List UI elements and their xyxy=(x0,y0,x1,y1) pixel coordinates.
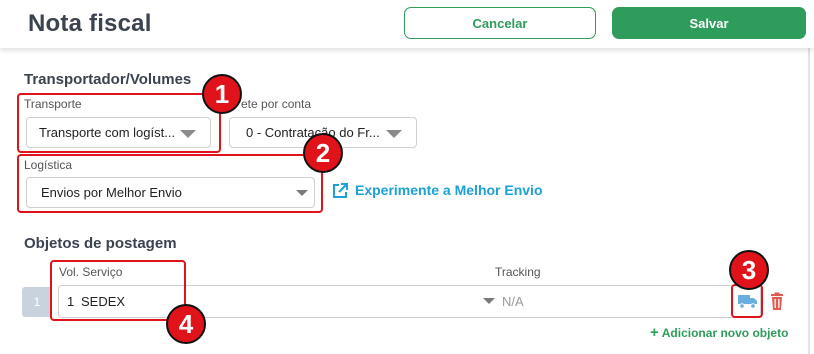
trash-icon[interactable] xyxy=(768,292,786,312)
frete-label: ete por conta xyxy=(241,97,312,111)
cancel-button[interactable]: Cancelar xyxy=(404,7,596,39)
nota-fiscal-panel: Nota fiscal Cancelar Salvar Transportado… xyxy=(0,0,814,354)
page-title: Nota fiscal xyxy=(28,10,152,37)
col-service-label: Vol. Serviço xyxy=(59,265,123,279)
section-title-objects: Objetos de postagem xyxy=(24,235,177,252)
transporte-select[interactable]: Transporte com logíst... xyxy=(26,117,211,148)
row-index: 1 xyxy=(22,287,52,317)
row-service[interactable]: SEDEX xyxy=(81,294,125,309)
annotation-badge-1: 1 xyxy=(202,74,242,114)
annotation-badge-2: 2 xyxy=(303,133,343,173)
chevron-down-icon xyxy=(296,190,308,196)
external-link-icon[interactable] xyxy=(331,182,349,200)
scrollbar-track[interactable] xyxy=(808,48,810,354)
add-object-label: Adicionar novo objeto xyxy=(661,326,789,340)
row-tracking[interactable]: N/A xyxy=(502,294,524,309)
add-object-link[interactable]: + Adicionar novo objeto xyxy=(650,324,788,341)
logistica-value: Envios por Melhor Envio xyxy=(41,185,182,200)
truck-icon[interactable] xyxy=(737,292,759,310)
chevron-down-icon[interactable] xyxy=(483,298,495,304)
chevron-down-icon xyxy=(386,130,402,138)
transporte-value: Transporte com logíst... xyxy=(39,125,176,140)
row-vol[interactable]: 1 xyxy=(67,294,74,309)
col-tracking-label: Tracking xyxy=(495,265,541,279)
plus-icon: + xyxy=(650,324,659,341)
section-title-transport: Transportador/Volumes xyxy=(24,71,192,88)
header: Nota fiscal Cancelar Salvar xyxy=(0,0,814,48)
annotation-badge-4: 4 xyxy=(166,304,206,344)
chevron-down-icon xyxy=(180,130,196,138)
save-button[interactable]: Salvar xyxy=(612,7,806,39)
logistica-select[interactable]: Envios por Melhor Envio xyxy=(26,177,315,208)
experiment-melhor-envio-link[interactable]: Experimente a Melhor Envio xyxy=(355,182,543,198)
postage-object-row[interactable] xyxy=(58,285,761,318)
annotation-badge-3: 3 xyxy=(729,250,769,290)
transporte-label: Transporte xyxy=(24,97,82,111)
logistica-label: Logística xyxy=(24,158,73,172)
